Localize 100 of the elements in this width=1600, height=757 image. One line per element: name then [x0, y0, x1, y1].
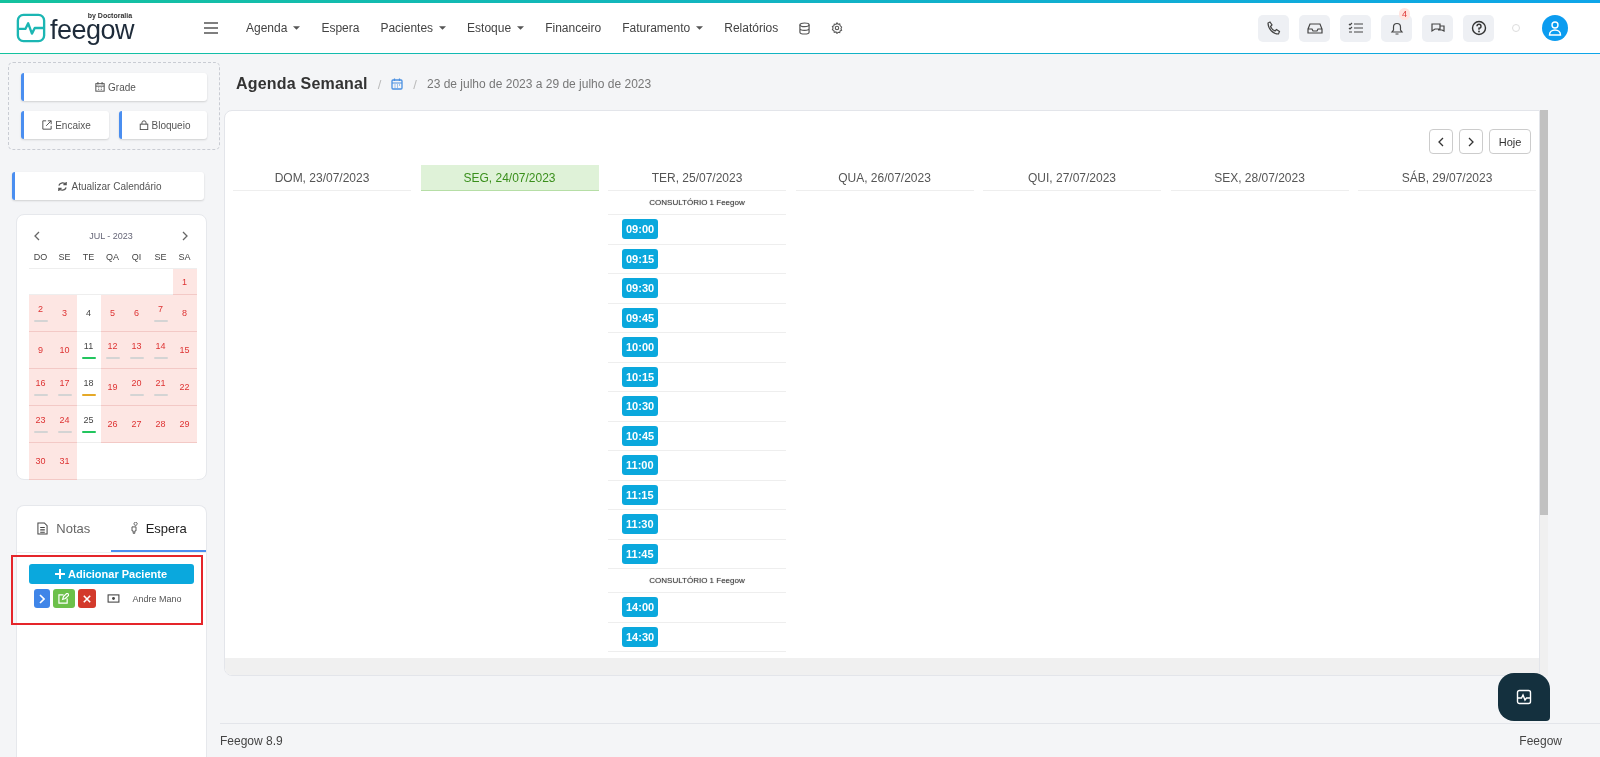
menu-item[interactable]: Espera — [321, 21, 360, 35]
time-slot[interactable]: 11:15 — [622, 484, 658, 505]
previous-week-button[interactable] — [1429, 129, 1453, 154]
menu-item[interactable]: Estoque — [467, 21, 525, 35]
calendar-day[interactable]: 10 — [52, 332, 77, 369]
previous-month-icon[interactable] — [33, 231, 40, 241]
money-icon — [106, 594, 120, 603]
chevron-right-icon — [1468, 136, 1474, 147]
time-slot[interactable]: 10:30 — [622, 396, 659, 417]
today-button[interactable]: Hoje — [1489, 129, 1531, 154]
weekday-label: DO — [28, 241, 53, 269]
menu-item[interactable]: Financeiro — [545, 21, 602, 35]
calendar-day[interactable]: 15 — [172, 332, 197, 369]
calendar-icon — [95, 82, 106, 92]
lock-icon — [138, 120, 149, 130]
settings-icon[interactable] — [831, 22, 844, 34]
inbox-button[interactable] — [1299, 14, 1330, 42]
calendar-day[interactable]: 19 — [100, 369, 125, 406]
footer-brand: Feegow — [1519, 733, 1562, 748]
external-link-icon — [42, 120, 53, 130]
time-slot[interactable]: 14:30 — [622, 626, 659, 647]
calendar-day[interactable]: 1 — [172, 269, 197, 295]
weekday-label: SE — [52, 241, 77, 269]
weekday-label: TE — [76, 241, 101, 269]
calendar-day[interactable]: 12 — [100, 332, 125, 369]
block-button[interactable]: Bloqueio — [119, 111, 207, 139]
calendar-day[interactable]: 8 — [172, 295, 197, 332]
time-slot[interactable]: 11:30 — [622, 514, 658, 535]
fit-in-button[interactable]: Encaixe — [21, 111, 109, 139]
calendar-day[interactable]: 23 — [28, 406, 53, 443]
calendar-day[interactable]: 9 — [28, 332, 53, 369]
next-week-button[interactable] — [1459, 129, 1483, 154]
time-slot[interactable]: 10:00 — [622, 337, 659, 358]
calendar-day[interactable]: 20 — [124, 369, 149, 406]
time-slot[interactable]: 14:00 — [622, 597, 659, 618]
day-header[interactable]: QUA, 26/07/2023 — [795, 165, 974, 191]
phone-button[interactable] — [1258, 14, 1289, 42]
database-icon[interactable] — [799, 21, 811, 35]
add-patient-button[interactable]: Adicionar Paciente — [28, 564, 194, 584]
panel-tab[interactable]: Espera — [111, 506, 206, 552]
calendar-day[interactable]: 16 — [28, 369, 53, 406]
refresh-calendar-button[interactable]: Atualizar Calendário — [12, 172, 204, 200]
calendar-day[interactable]: 21 — [148, 369, 173, 406]
weekday-label: QA — [100, 241, 125, 269]
chat-button[interactable] — [1422, 14, 1453, 42]
time-slot[interactable]: 10:15 — [622, 366, 659, 387]
chevron-left-icon — [1438, 136, 1444, 147]
menu-item[interactable]: Relatórios — [724, 21, 779, 35]
menu-item[interactable]: Pacientes — [380, 21, 447, 35]
calendar-day[interactable]: 30 — [28, 443, 53, 480]
calendar-day[interactable]: 13 — [124, 332, 149, 369]
panel-tab[interactable]: Notas — [16, 506, 111, 552]
time-slot[interactable]: 09:15 — [622, 248, 659, 269]
calendar-day[interactable]: 29 — [172, 406, 197, 443]
calendar-day[interactable]: 26 — [100, 406, 125, 443]
time-slot[interactable]: 10:45 — [622, 425, 659, 446]
time-slot[interactable]: 11:45 — [622, 543, 658, 564]
menu-item[interactable]: Faturamento — [622, 21, 704, 35]
calendar-day[interactable]: 3 — [52, 295, 77, 332]
time-slot[interactable]: 09:00 — [622, 219, 659, 240]
document-icon — [37, 521, 49, 535]
calendar-icon — [391, 78, 404, 90]
menu-icon[interactable] — [204, 22, 218, 34]
calendar-day[interactable]: 14 — [148, 332, 173, 369]
calendar-day[interactable]: 31 — [52, 443, 77, 480]
day-header[interactable]: SEG, 24/07/2023 — [420, 165, 599, 191]
day-header[interactable]: SEX, 28/07/2023 — [1170, 165, 1349, 191]
time-slot[interactable]: 09:45 — [622, 307, 659, 328]
breadcrumb-separator: / — [413, 76, 417, 92]
calendar-day[interactable]: 27 — [124, 406, 149, 443]
edit-button[interactable] — [52, 589, 75, 608]
calendar-day[interactable]: 6 — [124, 295, 149, 332]
next-month-icon[interactable] — [182, 231, 189, 241]
calendar-day[interactable]: 22 — [172, 369, 197, 406]
day-header[interactable]: SÁB, 29/07/2023 — [1358, 165, 1536, 191]
weekday-label: SE — [148, 241, 173, 269]
calendar-day[interactable]: 2 — [28, 295, 53, 332]
call-patient-button[interactable] — [33, 589, 50, 608]
calendar-day[interactable]: 28 — [148, 406, 173, 443]
day-header[interactable]: TER, 25/07/2023 — [608, 165, 786, 191]
calendar-day[interactable]: 24 — [52, 406, 77, 443]
day-header[interactable]: QUI, 27/07/2023 — [983, 165, 1161, 191]
menu-item[interactable]: Agenda — [246, 21, 301, 35]
vertical-scrollbar[interactable] — [1540, 110, 1548, 676]
time-slot[interactable]: 09:30 — [622, 278, 659, 299]
help-button[interactable] — [1463, 14, 1494, 42]
patient-name[interactable]: Andre Mano — [132, 593, 182, 604]
help-icon — [1470, 20, 1487, 36]
grid-button[interactable]: Grade — [21, 73, 207, 101]
day-header[interactable]: DOM, 23/07/2023 — [233, 165, 411, 191]
remove-button[interactable] — [77, 589, 96, 608]
calendar-day[interactable]: 5 — [100, 295, 125, 332]
checklist-button[interactable] — [1340, 14, 1371, 42]
refresh-icon — [57, 180, 69, 192]
calendar-day[interactable]: 17 — [52, 369, 77, 406]
user-avatar[interactable] — [1542, 15, 1568, 41]
horizontal-scrollbar[interactable] — [225, 658, 1539, 675]
time-slot[interactable]: 11:00 — [622, 455, 658, 476]
calendar-day[interactable]: 7 — [148, 295, 173, 332]
support-button[interactable] — [1498, 673, 1550, 721]
